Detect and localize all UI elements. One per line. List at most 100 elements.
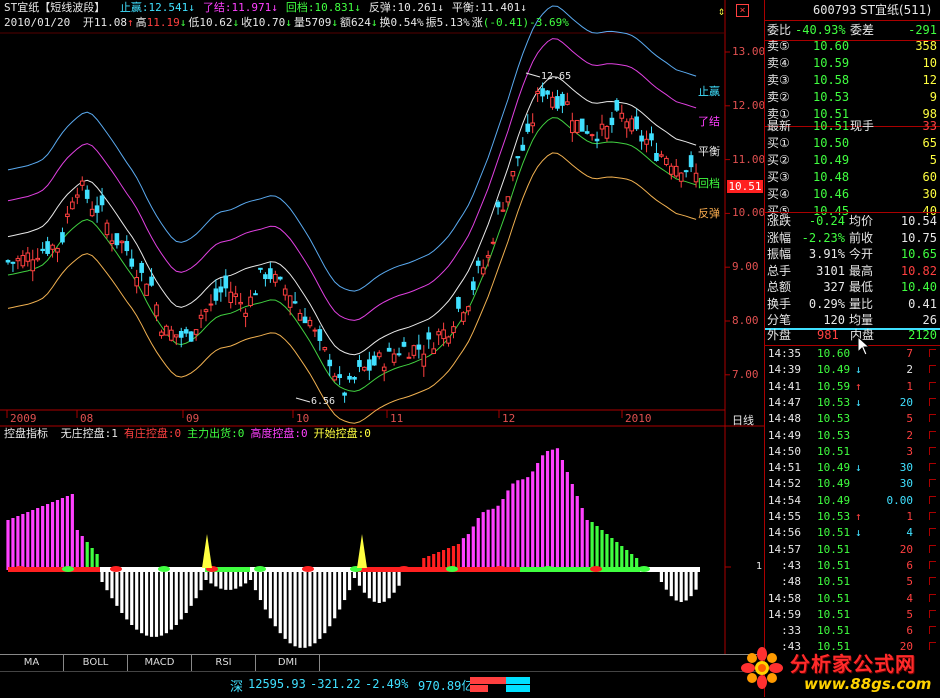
tick-marker-icon [929, 430, 936, 439]
candle-body [15, 258, 21, 262]
indicator-bar [620, 546, 624, 570]
bids-volume: 65 [922, 136, 937, 150]
candle-body [273, 273, 278, 283]
indicator-bar [580, 508, 584, 570]
asks-price: 10.59 [813, 56, 850, 70]
candle-body [678, 172, 684, 182]
period-label[interactable]: 日线 [732, 412, 754, 428]
candle-body [475, 260, 481, 266]
candle-body [149, 276, 154, 286]
close-icon[interactable]: × [736, 4, 749, 17]
indicator-tabs: MA BOLL MACD RSI DMI [0, 654, 764, 671]
tick-marker-icon [929, 593, 936, 602]
tab-rsi[interactable]: RSI [192, 655, 256, 671]
candle-body [228, 291, 234, 303]
indicator-bar [189, 572, 193, 606]
candle-body [109, 240, 115, 245]
tick-row: 14:39 10.49 ↓ 2 [767, 363, 913, 377]
indicator-bar [575, 496, 579, 570]
waipan-neipan-row: 外盘 981 内盘 2120 [767, 328, 937, 342]
indicator-bar [179, 572, 183, 620]
candle-body [570, 120, 575, 134]
ohlc-value-2: 10.62 [199, 16, 233, 29]
header-indicator-1: 了结: [202, 1, 232, 14]
indicator-bar [184, 572, 188, 613]
tick-row: 14:49 10.53 2 [767, 428, 913, 442]
candle-body [644, 138, 649, 145]
candle-body [174, 334, 179, 338]
chart-title: ST宜纸【短线波段】 [4, 1, 106, 14]
candle-body [183, 329, 189, 334]
indicator-bar [293, 572, 297, 647]
candle-body [129, 258, 135, 267]
indicator-bar [46, 504, 50, 570]
time-axis-label: 12 [502, 412, 516, 425]
indicator-bar [100, 572, 104, 582]
tab-boll[interactable]: BOLL [64, 655, 128, 671]
header-indicator-value-4: 11.401 [480, 1, 521, 14]
candle-body [70, 201, 75, 210]
indicator-bar [461, 538, 465, 570]
tick-row: 14:35 10.60 7 [767, 347, 913, 360]
candle-body [263, 274, 268, 280]
indicator-item-0: 无庄控盘: [60, 427, 112, 440]
tick-row: 14:54 10.49 0.00 [767, 493, 913, 507]
candle-body [35, 257, 41, 261]
stats-row-4: 总额 327 最低 10.40 [767, 280, 937, 294]
indicator-item-2: 主力出货: [187, 427, 238, 440]
liaojie-line-label: 了结 [698, 115, 720, 128]
candle-body [540, 88, 545, 97]
tick-row: :43 10.51 6 [781, 558, 913, 572]
indicator-bar [521, 479, 525, 570]
price-axis-label: 8.00 [732, 314, 759, 327]
candle-body [40, 248, 45, 252]
logo-url: www.88gs.com [804, 675, 932, 693]
stats-row-0: 涨跌 -0.24 均价 10.54 [767, 214, 937, 228]
candle-body [213, 288, 219, 301]
indicator-bar [506, 490, 510, 570]
quote-panel: 600793 ST宜纸(511) 委比 -40.93% 委差 -291 卖⑤ 10… [764, 0, 940, 697]
tab-ma[interactable]: MA [0, 655, 64, 671]
market-down-bar [470, 685, 530, 692]
header-indicator-value-2: 10.831 [314, 1, 355, 14]
candle-body [124, 241, 130, 252]
indicator-bar [550, 449, 555, 570]
indicator-bar [689, 572, 693, 597]
candle-body [119, 240, 125, 244]
indicator-name[interactable]: 控盘指标 [4, 427, 48, 440]
indicator-bar [570, 484, 574, 570]
indicator-bar [115, 572, 119, 606]
tick-row: 14:52 10.49 30 [767, 477, 913, 491]
indicator-bar [526, 477, 530, 570]
tab-macd[interactable]: MACD [128, 655, 192, 671]
indicator-bar [357, 572, 362, 586]
indicator-bar [60, 498, 65, 570]
chart-header-row2: 2010/01/20 开11.08↑ 高11.19↓ 低10.62↓ 收10.70↓ 量… [4, 16, 569, 30]
indicator-bar [343, 572, 347, 601]
indicator-bar [659, 572, 663, 582]
candle-body [188, 331, 194, 342]
tick-marker-icon [929, 512, 936, 520]
pin-icon[interactable]: ⇕ [718, 4, 725, 18]
indicator-bar [209, 572, 213, 584]
candle-body [421, 353, 427, 367]
candle-body [500, 209, 506, 212]
indicator-bar [149, 572, 154, 637]
kline-chart[interactable] [0, 0, 764, 654]
candle-body [60, 232, 65, 243]
zhiying-line-label: 止赢 [698, 85, 720, 98]
candle-body [65, 213, 70, 218]
weicha-value: -291 [908, 23, 937, 37]
quote-title-row: 600793 ST宜纸(511) [765, 2, 940, 19]
asks-row-2: 卖③ 10.58 12 [767, 73, 937, 87]
indicator-bar [367, 572, 371, 599]
indicator-item-value-3: 0 [301, 427, 308, 440]
indicator-bar [595, 526, 599, 570]
candle-body [282, 288, 288, 296]
arrow-icon: ↓ [354, 1, 361, 14]
tab-dmi[interactable]: DMI [256, 655, 320, 671]
latest-row: 最新 10.51 现手 33 [767, 119, 937, 133]
ohlc-value-6: 0.54% [390, 16, 424, 29]
bids-volume: 30 [922, 187, 937, 201]
indicator-bar [105, 572, 109, 591]
